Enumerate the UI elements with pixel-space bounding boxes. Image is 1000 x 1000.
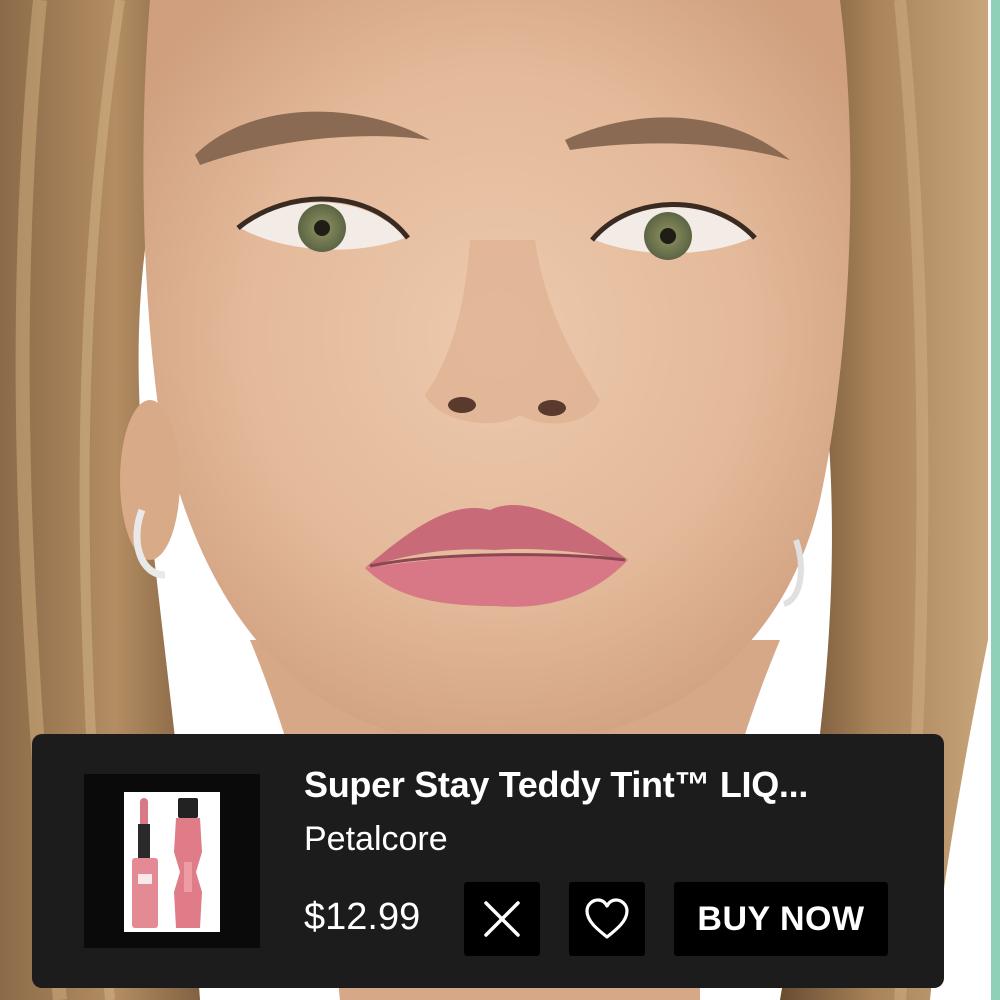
buy-now-button[interactable]: BUY NOW	[674, 882, 888, 956]
close-icon	[484, 901, 520, 937]
product-shade: Petalcore	[304, 820, 448, 858]
lip-tint-product-icon	[132, 798, 202, 928]
accent-strip	[988, 0, 1000, 1000]
close-button[interactable]	[464, 882, 540, 956]
product-thumbnail[interactable]	[84, 774, 260, 948]
heart-icon	[585, 898, 629, 939]
product-price: $12.99	[304, 896, 421, 938]
favorite-button[interactable]	[569, 882, 645, 956]
product-title[interactable]: Super Stay Teddy Tint™ LIQ...	[304, 764, 904, 806]
product-card: Super Stay Teddy Tint™ LIQ... Petalcore …	[32, 734, 944, 988]
